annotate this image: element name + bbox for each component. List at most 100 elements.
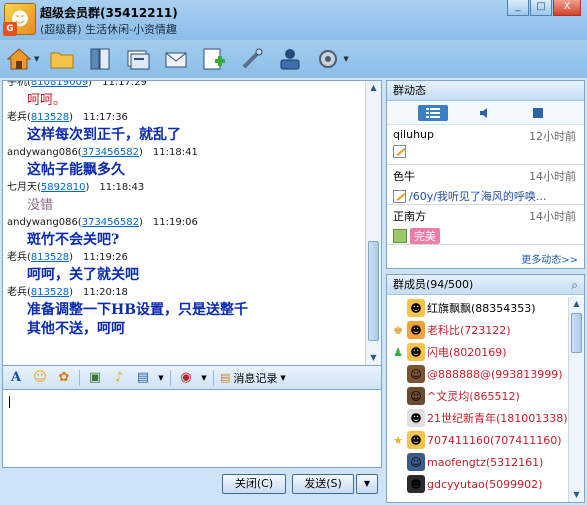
message-sender-close: ) <box>69 112 73 123</box>
message-sender[interactable]: andywang086( <box>7 217 82 228</box>
message-text: 准备调整一下HB设置，只是送整千 <box>27 302 249 318</box>
members-title: 群成员(94/500) <box>387 275 584 295</box>
maximize-button[interactable]: □ <box>530 0 552 16</box>
message-sender[interactable]: 老兵( <box>7 252 31 263</box>
more-news-link[interactable]: 更多动态>> <box>521 251 578 266</box>
news-time: 14小时前 <box>529 210 576 223</box>
settings-icon[interactable] <box>313 44 343 74</box>
tools-icon[interactable] <box>237 44 267 74</box>
message-time: 11:18:43 <box>99 182 145 193</box>
scroll-thumb[interactable] <box>571 313 582 353</box>
scroll-down-icon[interactable]: ▼ <box>366 351 381 365</box>
message-sender[interactable]: 老兵( <box>7 287 31 298</box>
member-item[interactable]: ☻ gdcyyutao(5099902) <box>387 473 568 495</box>
message-sender-qq[interactable]: 373456582 <box>82 147 139 158</box>
edit-note-icon <box>393 189 406 203</box>
message-sender[interactable]: 老兵( <box>7 112 31 123</box>
minimize-button[interactable]: _ <box>507 0 529 16</box>
close-button[interactable]: 关闭(C) <box>222 474 286 494</box>
news-content[interactable]: /60y/我听见了海风的呼唤... <box>393 188 578 204</box>
close-window-button[interactable]: X <box>553 0 581 16</box>
send-button[interactable]: 发送(S) <box>292 474 354 494</box>
chat-history[interactable]: 手机(810819009) 11:17:29 呵呵。 老兵(813528) 11:17:… <box>2 80 382 366</box>
album-icon[interactable] <box>123 44 153 74</box>
message-input[interactable] <box>2 390 382 468</box>
settings-dropdown-icon[interactable]: ▼ <box>343 55 348 63</box>
member-role-icon: ♟ <box>393 345 403 359</box>
member-name: @888888@(993813999) <box>427 367 563 381</box>
screenshot-icon[interactable]: ▤ <box>134 369 152 387</box>
member-name: maofengtz(5312161) <box>427 455 544 469</box>
scroll-up-icon[interactable]: ▲ <box>569 297 584 311</box>
member-item[interactable]: ☺ maofengtz(5312161) <box>387 451 568 473</box>
member-item[interactable]: ☻ 21世纪新青年(181001338) <box>387 407 568 429</box>
user-avatar-icon <box>393 229 407 243</box>
member-item[interactable]: ☻ 红旗飘飘(88354353) <box>387 297 568 319</box>
member-item[interactable]: ☺ @888888@(993813999) <box>387 363 568 385</box>
members-scrollbar[interactable]: ▲ ▼ <box>568 297 584 502</box>
message-sender[interactable]: 手机( <box>7 81 31 88</box>
member-avatar: ☺ <box>407 453 425 471</box>
send-options-button[interactable]: ▼ <box>356 474 378 494</box>
message-record-button[interactable]: ▤ 消息记录 ▼ <box>220 370 286 386</box>
home-icon[interactable] <box>4 44 34 74</box>
folder-icon[interactable] <box>47 44 77 74</box>
message-sender-qq[interactable]: 813528 <box>31 252 69 263</box>
message-text: 斑竹不会关吧? <box>27 232 120 248</box>
screenshot-dropdown-icon[interactable]: ▼ <box>158 369 164 387</box>
group-news-panel: 群动态 qiluhup 12小时前 色牛 14小时前/60y/我听见了海风的呼唤...… <box>386 80 585 269</box>
news-item[interactable]: 色牛 14小时前/60y/我听见了海风的呼唤... <box>387 165 584 205</box>
group-card-icon[interactable] <box>275 44 305 74</box>
message-sender-qq[interactable]: 5892810 <box>41 182 86 193</box>
font-icon[interactable]: A <box>7 369 25 387</box>
mail-icon[interactable] <box>161 44 191 74</box>
role-placeholder <box>391 411 405 425</box>
home-dropdown-icon[interactable]: ▼ <box>34 55 39 63</box>
picture-icon[interactable]: ▣ <box>86 369 104 387</box>
shake-icon[interactable]: ◉ <box>177 369 195 387</box>
member-list: ☻ 红旗飘飘(88354353) ♚ ☻ 老科比(723122) ♟ ☻ 闪电(8020169… <box>387 297 568 495</box>
message-text: 呵呵，关了就关吧 <box>27 267 139 283</box>
message-header: 手机(810819009) 11:17:29 <box>7 81 363 91</box>
role-placeholder <box>391 477 405 491</box>
message-sender[interactable]: andywang086( <box>7 147 82 158</box>
toolbar-divider <box>79 369 80 386</box>
scroll-thumb[interactable] <box>368 241 379 341</box>
message-sender-qq[interactable]: 373456582 <box>82 217 139 228</box>
title-bar[interactable]: ☻ G 超级会员群(35412211) (超级群) 生活休闲-小资情趣 _ □ … <box>0 0 587 40</box>
message-sender[interactable]: 七月天( <box>7 182 41 193</box>
message-sender-qq[interactable]: 810819009 <box>31 81 88 88</box>
emoticon-icon[interactable]: ☺ <box>31 369 49 387</box>
magic-emoticon-icon[interactable]: ✿ <box>55 369 73 387</box>
message-sender-qq[interactable]: 813528 <box>31 112 69 123</box>
add-member-icon[interactable] <box>199 44 229 74</box>
speaker-icon[interactable] <box>470 105 500 121</box>
scroll-up-icon[interactable]: ▲ <box>366 81 381 95</box>
group-subtitle: (超级群) 生活休闲-小资情趣 <box>40 23 178 36</box>
message-header: 老兵(813528) 11:20:18 <box>7 285 363 301</box>
chat-scrollbar[interactable]: ▲ ▼ <box>365 81 381 365</box>
scroll-down-icon[interactable]: ▼ <box>569 488 584 502</box>
news-content[interactable] <box>393 145 578 158</box>
search-icon[interactable]: ⌕ <box>571 278 578 293</box>
message-header: 七月天(5892810) 11:18:43 <box>7 180 363 196</box>
role-placeholder <box>391 367 405 381</box>
shake-dropdown-icon[interactable]: ▼ <box>201 369 207 387</box>
list-view-icon[interactable] <box>418 104 449 121</box>
news-item[interactable]: 正南方 14小时前 完美 <box>387 205 584 245</box>
square-view-icon[interactable] <box>523 105 553 121</box>
music-icon[interactable]: ♪ <box>110 369 128 387</box>
member-item[interactable]: ☺ ^文灵均(865512) <box>387 385 568 407</box>
admin-role-icon: ♚ <box>393 323 403 337</box>
group-avatar[interactable]: ☻ G <box>3 3 36 36</box>
news-item[interactable]: qiluhup 12小时前 <box>387 125 584 165</box>
message-sender-qq[interactable]: 813528 <box>31 287 69 298</box>
news-content[interactable]: 完美 <box>393 228 578 244</box>
member-item[interactable]: ★ ☻ 707411160(707411160) <box>387 429 568 451</box>
member-item[interactable]: ♟ ☻ 闪电(8020169) <box>387 341 568 363</box>
chevron-down-icon: ▼ <box>280 373 286 382</box>
news-content-text: 完美 <box>410 228 440 244</box>
news-list: qiluhup 12小时前 色牛 14小时前/60y/我听见了海风的呼唤... 正南方 1… <box>387 125 584 245</box>
member-item[interactable]: ♚ ☻ 老科比(723122) <box>387 319 568 341</box>
file-share-icon[interactable] <box>85 44 115 74</box>
